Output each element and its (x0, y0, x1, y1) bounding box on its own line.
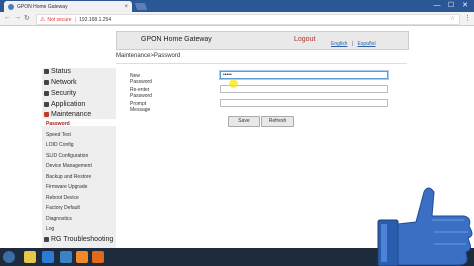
separator: | (74, 16, 77, 23)
window-controls: — ☐ ✕ (430, 0, 472, 12)
sidebar-section-security[interactable]: Security (44, 90, 76, 97)
tab-title: GPON Home Gateway (17, 3, 68, 10)
section-bullet-icon (44, 112, 49, 117)
prompt-message-label: Prompt Message (130, 101, 151, 113)
section-bullet-icon (44, 91, 49, 96)
new-password-label: New Password (130, 73, 152, 85)
sidebar-item-device-management[interactable]: Device Management (46, 163, 92, 169)
sidebar-section-rg-troubleshooting[interactable]: RG Troubleshooting (44, 236, 113, 243)
sidebar-section-maintenance[interactable]: Maintenance (44, 111, 91, 118)
save-button[interactable]: Save (228, 116, 260, 127)
page-header: GPON Home Gateway Logout English | Españ… (116, 31, 409, 50)
section-label: Application (51, 101, 86, 108)
sidebar-item-factory-default[interactable]: Factory Default (46, 205, 80, 211)
sidebar-nav: Status Network Security Application Main… (42, 68, 116, 248)
divider (116, 63, 407, 64)
new-tab-button[interactable] (134, 3, 148, 10)
breadcrumb: Maintenance>Password (116, 53, 181, 59)
sidebar-item-reboot-device[interactable]: Reboot Device (46, 195, 79, 201)
explorer-taskbar-icon[interactable] (42, 251, 54, 263)
sidebar-item-loid-config[interactable]: LOID Config (46, 142, 74, 148)
browser-tab[interactable]: GPON Home Gateway × (4, 1, 132, 12)
sidebar-item-slid-configuration[interactable]: SLID Configuration (46, 153, 88, 159)
minimize-button[interactable]: — (430, 0, 444, 12)
section-bullet-icon (44, 237, 49, 242)
app-taskbar-icon[interactable] (60, 251, 72, 263)
chrome-taskbar-icon[interactable] (24, 251, 36, 263)
forward-arrow-icon[interactable]: → (14, 14, 21, 21)
section-label: Maintenance (51, 111, 92, 118)
refresh-button[interactable]: Refresh (261, 116, 294, 127)
warning-icon: ⚠ (40, 17, 46, 23)
section-label: RG Troubleshooting (51, 236, 114, 243)
browser-tab-strip: GPON Home Gateway × — ☐ ✕ (0, 0, 474, 12)
media-taskbar-icon[interactable] (92, 251, 104, 263)
section-label: Status (51, 68, 71, 75)
start-button[interactable] (3, 251, 15, 263)
language-links: English | Español (331, 41, 379, 47)
sidebar-section-application[interactable]: Application (44, 101, 85, 108)
security-label: Not secure (47, 16, 72, 23)
section-bullet-icon (44, 102, 49, 107)
maximize-button[interactable]: ☐ (444, 0, 458, 12)
reload-icon[interactable]: ↻ (24, 14, 30, 22)
tab-close-button[interactable]: × (124, 4, 128, 10)
browser-toolbar: ← → ↻ ⚠ Not secure | 192.168.1.254 ☆ ⋮ (0, 12, 474, 26)
section-bullet-icon (44, 69, 49, 74)
sidebar-item-backup-restore[interactable]: Backup and Restore (46, 174, 91, 180)
new-password-input[interactable]: ••••• (220, 71, 388, 79)
favicon-icon (8, 3, 14, 10)
sidebar-item-speed-test[interactable]: Speed Test (46, 132, 71, 138)
sidebar-item-password[interactable]: Password (46, 121, 70, 127)
reenter-password-label: Re-enter Password (130, 87, 152, 99)
menu-dots-icon[interactable]: ⋮ (464, 14, 471, 22)
vlc-taskbar-icon[interactable] (76, 251, 88, 263)
sidebar-section-status[interactable]: Status (44, 68, 71, 75)
back-arrow-icon[interactable]: ← (4, 14, 11, 21)
sidebar-item-diagnostics[interactable]: Diagnostics (46, 216, 72, 222)
reenter-password-input[interactable] (220, 85, 388, 93)
prompt-message-input[interactable] (220, 99, 388, 107)
lang-separator: | (351, 41, 354, 47)
address-bar[interactable]: ⚠ Not secure | 192.168.1.254 ☆ (36, 14, 460, 25)
section-label: Network (51, 79, 77, 86)
mouse-cursor-highlight (229, 79, 238, 88)
brand-title: GPON Home Gateway (141, 36, 212, 43)
sidebar-item-firmware-upgrade[interactable]: Firmware Upgrade (46, 184, 87, 190)
lang-spanish-link[interactable]: Español (358, 41, 376, 47)
star-icon[interactable]: ☆ (450, 15, 455, 24)
thumbs-up-icon (377, 187, 473, 266)
sidebar-item-log[interactable]: Log (46, 226, 54, 232)
logout-link[interactable]: Logout (294, 36, 315, 43)
section-label: Security (51, 90, 77, 97)
sidebar-section-network[interactable]: Network (44, 79, 77, 86)
close-window-button[interactable]: ✕ (458, 0, 472, 12)
section-bullet-icon (44, 80, 49, 85)
url-text: 192.168.1.254 (79, 16, 112, 23)
lang-english-link[interactable]: English (331, 41, 347, 47)
